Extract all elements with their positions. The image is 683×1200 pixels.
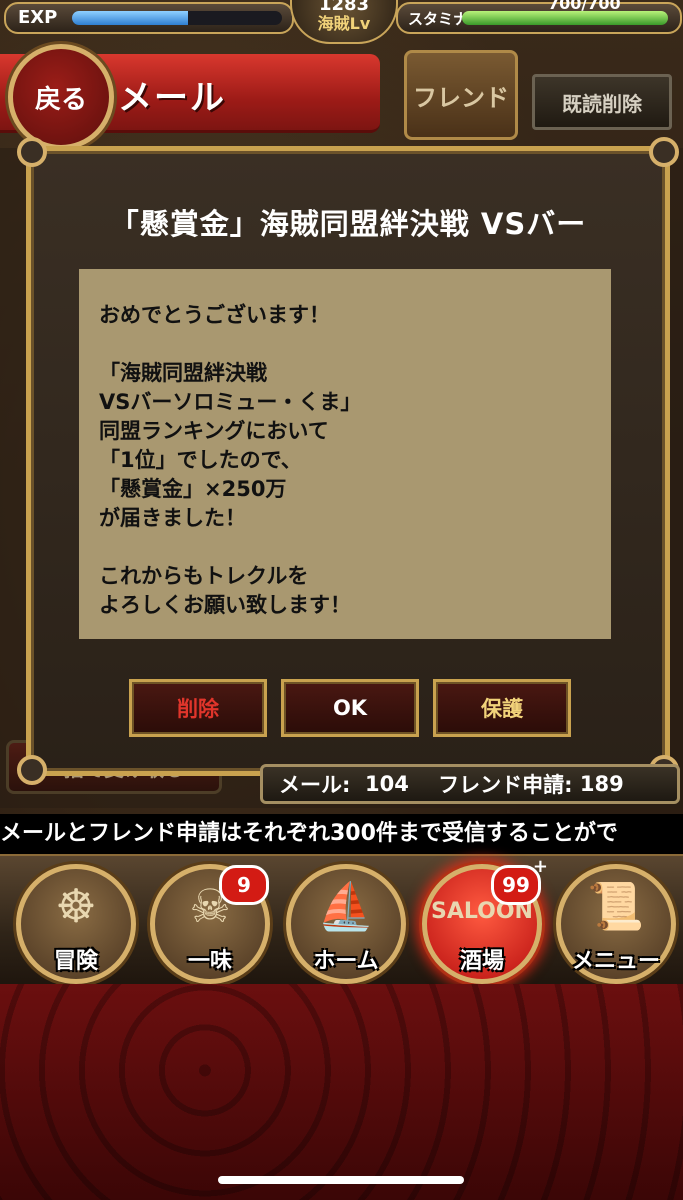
corner-ornament	[17, 755, 47, 785]
nav-label: 一味	[187, 949, 232, 974]
nav-label: ホーム	[313, 949, 379, 974]
nav-crew[interactable]: ☠ 一味 9	[150, 864, 270, 984]
delete-button[interactable]: 削除	[129, 679, 267, 737]
exp-label: EXP	[18, 7, 58, 28]
nav-label: 酒場	[459, 949, 504, 974]
nav-label: 冒険	[53, 949, 98, 974]
nav-tavern[interactable]: SALOON 酒場 99 +	[422, 856, 548, 984]
menu-scroll-icon: 📜	[587, 879, 645, 933]
corner-ornament	[649, 137, 679, 167]
exp-gauge: EXP	[4, 2, 294, 34]
notification-badge: 9	[219, 865, 269, 905]
stamina-fill	[462, 11, 668, 25]
mail-count-label: メール:	[279, 773, 351, 797]
mail-counter: メール: 104 フレンド申請: 189	[260, 764, 680, 804]
corner-ornament	[17, 137, 47, 167]
friend-request-label: フレンド申請:	[438, 773, 573, 797]
page-title: メール	[118, 78, 226, 118]
bottom-nav: ☸ 冒険 ☠ 一味 9 ⛵ ホーム SALOON 酒場 99 + 📜 メニュー	[0, 854, 683, 986]
mail-title: 「懸賞金」海賊同盟絆決戦 VSバー	[109, 207, 587, 241]
stamina-label: スタミナ	[408, 10, 469, 28]
home-indicator[interactable]	[218, 1176, 464, 1184]
status-bar: EXP 1283 海賊Lv スタミナ 700/700	[0, 0, 683, 44]
exp-fill	[72, 11, 188, 25]
stamina-value: 700/700	[548, 0, 621, 13]
friend-tab-button[interactable]: フレンド	[404, 50, 518, 140]
protect-button[interactable]: 保護	[433, 679, 571, 737]
stamina-gauge: スタミナ 700/700	[396, 0, 682, 34]
nav-menu[interactable]: 📜 メニュー	[556, 864, 676, 984]
mail-detail-dialog: 「懸賞金」海賊同盟絆決戦 VSバー おめでとうございます！ 「海賊同盟絆決戦 V…	[17, 137, 679, 785]
mail-body-text: おめでとうございます！ 「海賊同盟絆決戦 VSバーソロミュー・くま」 同盟ランキ…	[99, 303, 362, 617]
ticker-text: メールとフレンド申請はそれぞれ300件まで受信することがで	[0, 821, 618, 846]
notification-badge: 99 +	[491, 856, 548, 905]
ship-wheel-icon: ☸	[55, 879, 97, 933]
ok-button[interactable]: OK	[281, 679, 419, 737]
info-ticker: メールとフレンド申請はそれぞれ300件まで受信することがで	[0, 814, 683, 854]
level-label: 海賊Lv	[317, 14, 371, 33]
back-button[interactable]: 戻る	[8, 44, 114, 150]
mail-count-value: 104	[365, 772, 409, 796]
level-value: 1283	[318, 0, 370, 15]
nav-adventure[interactable]: ☸ 冒険	[16, 864, 136, 984]
nav-label: メニュー	[571, 949, 660, 974]
badge-plus: +	[532, 856, 548, 877]
nav-home[interactable]: ⛵ ホーム	[286, 864, 406, 984]
ship-icon: ⛵	[317, 879, 375, 933]
level-badge: 1283 海賊Lv	[290, 0, 398, 44]
delete-read-button[interactable]: 既読削除	[532, 74, 672, 130]
friend-request-count: 189	[579, 772, 624, 796]
decorative-floor	[0, 984, 683, 1200]
mail-body-panel: おめでとうございます！ 「海賊同盟絆決戦 VSバーソロミュー・くま」 同盟ランキ…	[79, 269, 611, 639]
